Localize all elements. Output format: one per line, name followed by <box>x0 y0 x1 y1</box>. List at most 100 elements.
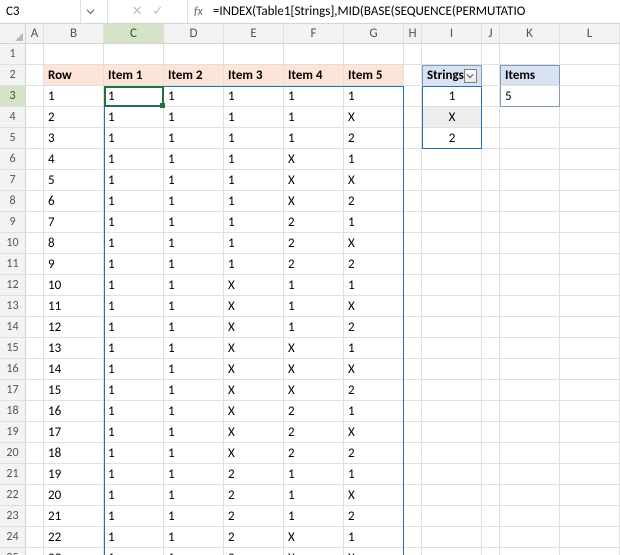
column-header-H[interactable]: H <box>404 24 422 43</box>
cell-H8[interactable] <box>404 191 422 212</box>
cell-K20[interactable] <box>500 443 560 464</box>
cell-A23[interactable] <box>26 506 44 527</box>
cell-A12[interactable] <box>26 275 44 296</box>
column-header-A[interactable]: A <box>26 24 44 43</box>
main-table-cell[interactable]: X <box>344 170 404 191</box>
cell-L10[interactable] <box>560 233 620 254</box>
cell-K12[interactable] <box>500 275 560 296</box>
main-table-cell[interactable]: 17 <box>44 422 104 443</box>
main-table-cell[interactable]: 1 <box>224 254 284 275</box>
main-table-cell[interactable]: 1 <box>104 380 164 401</box>
main-table-cell[interactable]: 1 <box>224 191 284 212</box>
select-all-corner[interactable] <box>0 24 26 43</box>
main-table-cell[interactable]: X <box>344 485 404 506</box>
main-table-cell[interactable]: 8 <box>44 233 104 254</box>
cell-I15[interactable] <box>422 338 482 359</box>
main-table-cell[interactable]: 1 <box>284 107 344 128</box>
cell-D1[interactable] <box>164 44 224 65</box>
main-table-cell[interactable]: X <box>344 107 404 128</box>
column-header-F[interactable]: F <box>284 24 344 43</box>
main-table-cell[interactable]: 1 <box>104 464 164 485</box>
main-table-cell[interactable]: 2 <box>44 107 104 128</box>
cell-H19[interactable] <box>404 422 422 443</box>
main-table-cell[interactable]: X <box>284 191 344 212</box>
row-header-10[interactable]: 10 <box>0 233 26 254</box>
cell-I17[interactable] <box>422 380 482 401</box>
cell-I10[interactable] <box>422 233 482 254</box>
main-table-cell[interactable]: X <box>284 170 344 191</box>
column-header-G[interactable]: G <box>344 24 404 43</box>
main-table-cell[interactable]: 1 <box>164 191 224 212</box>
main-table-cell[interactable]: 1 <box>164 422 224 443</box>
main-table-cell[interactable]: 9 <box>44 254 104 275</box>
main-table-cell[interactable]: 2 <box>224 485 284 506</box>
main-table-cell[interactable]: 1 <box>44 86 104 107</box>
row-header-2[interactable]: 2 <box>0 65 26 86</box>
cell-H3[interactable] <box>404 86 422 107</box>
cell-A3[interactable] <box>26 86 44 107</box>
cell-J16[interactable] <box>482 359 500 380</box>
cell-I7[interactable] <box>422 170 482 191</box>
cell-A24[interactable] <box>26 527 44 548</box>
main-table-cell[interactable]: X <box>224 275 284 296</box>
main-table-cell[interactable]: 1 <box>224 212 284 233</box>
formula-input[interactable]: =INDEX(Table1[Strings],MID(BASE(SEQUENCE… <box>209 0 620 23</box>
row-header-22[interactable]: 22 <box>0 485 26 506</box>
main-table-cell[interactable]: 1 <box>164 212 224 233</box>
main-table-cell[interactable]: 1 <box>344 275 404 296</box>
cell-J20[interactable] <box>482 443 500 464</box>
main-table-cell[interactable]: 6 <box>44 191 104 212</box>
cell-J18[interactable] <box>482 401 500 422</box>
cell-J17[interactable] <box>482 380 500 401</box>
cell-L20[interactable] <box>560 443 620 464</box>
cell-J10[interactable] <box>482 233 500 254</box>
main-table-cell[interactable]: 2 <box>284 443 344 464</box>
cell-A4[interactable] <box>26 107 44 128</box>
main-table-cell[interactable]: 2 <box>284 401 344 422</box>
cell-K8[interactable] <box>500 191 560 212</box>
cell-L12[interactable] <box>560 275 620 296</box>
cell-I19[interactable] <box>422 422 482 443</box>
cell-H13[interactable] <box>404 296 422 317</box>
row-header-23[interactable]: 23 <box>0 506 26 527</box>
cell-A5[interactable] <box>26 128 44 149</box>
row-header-13[interactable]: 13 <box>0 296 26 317</box>
main-table-cell[interactable]: 1 <box>224 149 284 170</box>
cell-J22[interactable] <box>482 485 500 506</box>
cell-L22[interactable] <box>560 485 620 506</box>
main-table-cell[interactable]: 1 <box>164 170 224 191</box>
cell-A14[interactable] <box>26 317 44 338</box>
main-table-cell[interactable]: 22 <box>44 527 104 548</box>
cell-A18[interactable] <box>26 401 44 422</box>
main-table-cell[interactable]: 1 <box>224 170 284 191</box>
cell-K17[interactable] <box>500 380 560 401</box>
column-header-L[interactable]: L <box>560 24 620 43</box>
main-table-cell[interactable]: 1 <box>224 128 284 149</box>
row-header-16[interactable]: 16 <box>0 359 26 380</box>
main-table-cell[interactable]: 1 <box>164 296 224 317</box>
cancel-icon[interactable]: ✕ <box>132 5 143 18</box>
main-table-cell[interactable]: 1 <box>104 170 164 191</box>
row-header-11[interactable]: 11 <box>0 254 26 275</box>
cell-H21[interactable] <box>404 464 422 485</box>
cell-G1[interactable] <box>344 44 404 65</box>
cell-I22[interactable] <box>422 485 482 506</box>
cell-J14[interactable] <box>482 317 500 338</box>
main-table-header[interactable]: Row <box>44 65 104 86</box>
cell-H24[interactable] <box>404 527 422 548</box>
main-table-cell[interactable]: 2 <box>344 128 404 149</box>
cell-H10[interactable] <box>404 233 422 254</box>
main-table-cell[interactable]: 1 <box>104 86 164 107</box>
cell-H15[interactable] <box>404 338 422 359</box>
row-header-21[interactable]: 21 <box>0 464 26 485</box>
main-table-cell[interactable]: 1 <box>164 401 224 422</box>
cell-H7[interactable] <box>404 170 422 191</box>
cell-A13[interactable] <box>26 296 44 317</box>
main-table-cell[interactable]: 1 <box>104 107 164 128</box>
main-table-cell[interactable]: X <box>344 359 404 380</box>
cell-B1[interactable] <box>44 44 104 65</box>
enter-icon[interactable]: ✓ <box>153 5 164 18</box>
cell-H12[interactable] <box>404 275 422 296</box>
main-table-cell[interactable]: 14 <box>44 359 104 380</box>
row-header-8[interactable]: 8 <box>0 191 26 212</box>
